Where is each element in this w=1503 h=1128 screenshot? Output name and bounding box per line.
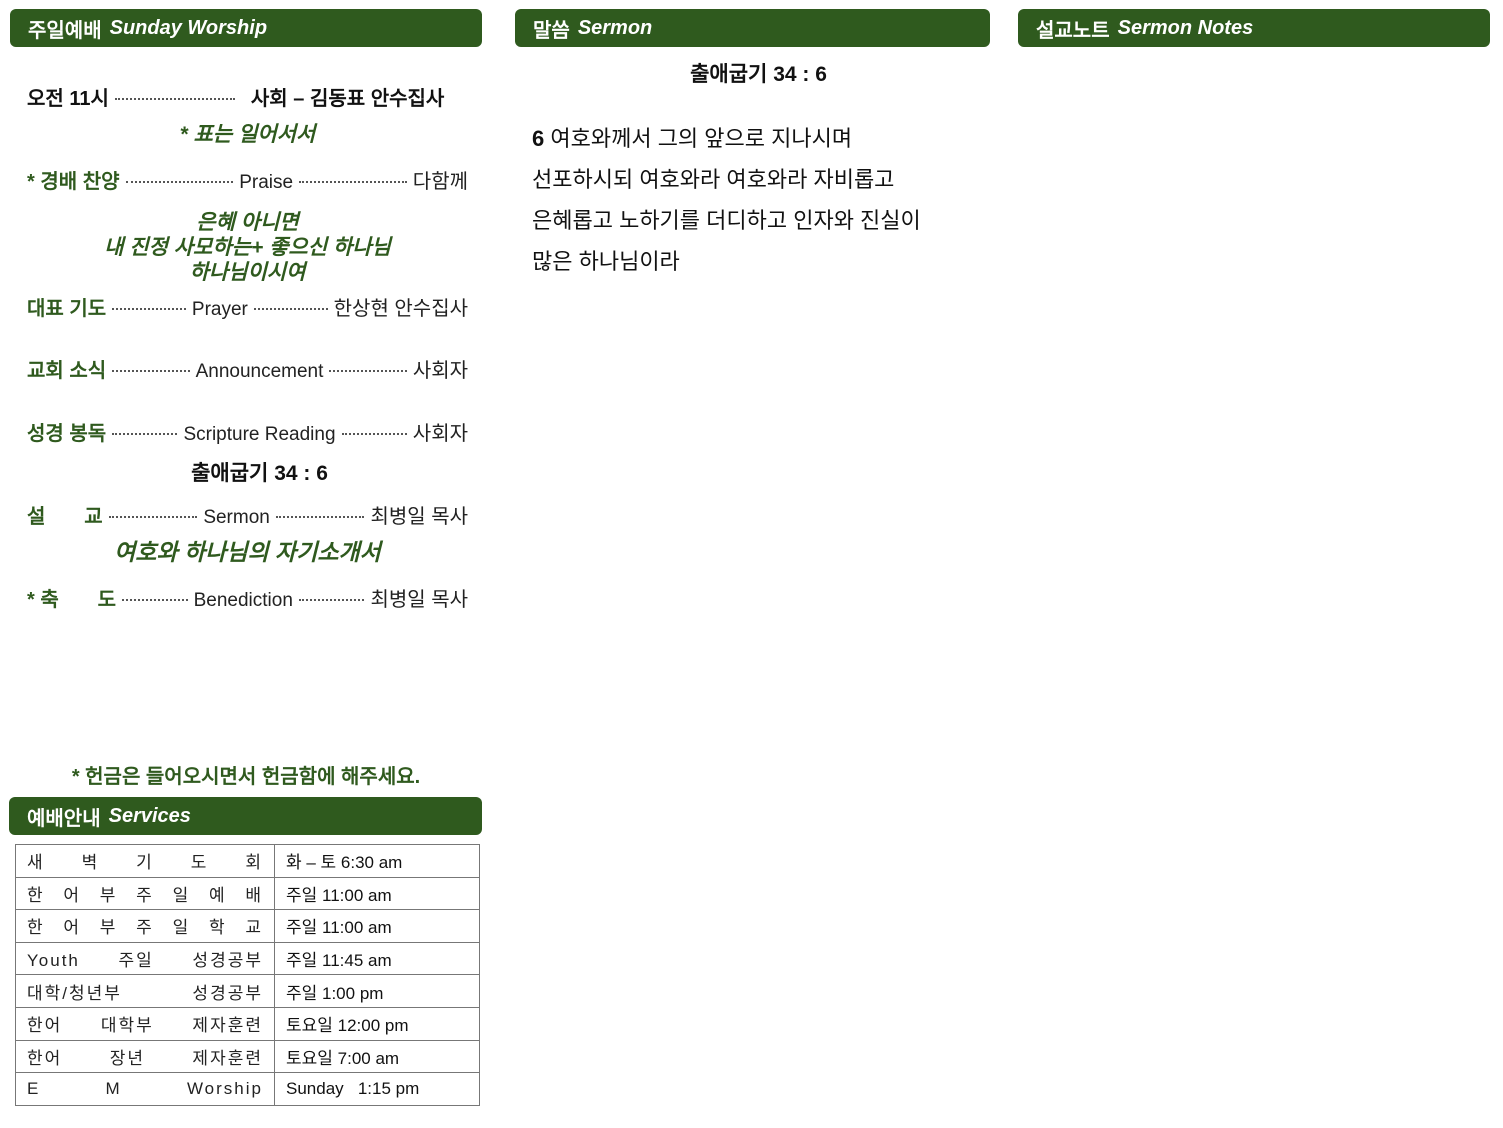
- service-name: 새 벽 기 도 회: [15, 844, 275, 878]
- dot-leader: [253, 308, 328, 310]
- dot-leader: [341, 433, 407, 435]
- verse-text: 여호와께서 그의 앞으로 지나시며: [550, 126, 853, 151]
- sermon-header-ko: 말씀: [533, 19, 570, 42]
- dot-leader: [298, 599, 365, 601]
- service-time-cell: 주일 11:00 am: [274, 876, 480, 911]
- order-item-label: * 경배 찬양: [27, 171, 120, 193]
- service-time-cell: 토요일 12:00 pm: [274, 1006, 480, 1041]
- order-item-english: Scripture Reading: [183, 424, 336, 445]
- services-header-en: Services: [108, 804, 191, 827]
- order-item-praise: * 경배 찬양 Praise 다함께: [27, 165, 468, 194]
- table-row: 새 벽 기 도 회 화 – 토 6:30 am: [15, 844, 480, 878]
- service-name: 대학/청년부 성경공부: [15, 974, 275, 1008]
- verse-line: 선포하시되 여호와라 여호와라 자비롭고: [532, 167, 895, 192]
- order-item-leader: 한상현 안수집사: [333, 298, 468, 320]
- service-time-cell: 토요일 7:00 am: [274, 1039, 480, 1074]
- verse-line: 6 여호와께서 그의 앞으로 지나시며: [532, 118, 921, 159]
- praise-song-list: 은혜 아니면 내 진정 사모하는+ 좋으신 하나님 하나님이시여: [27, 210, 468, 285]
- order-item-sermon: 설 교 Sermon 최병일 목사: [27, 500, 468, 529]
- order-item-english: Praise: [239, 172, 294, 193]
- dot-leader: [108, 516, 198, 518]
- offering-notice: * 헌금은 들어오시면서 헌금함에 해주세요.: [71, 766, 421, 788]
- scripture-passage: 6 여호와께서 그의 앞으로 지나시며 선포하시되 여호와라 여호와라 자비롭고…: [532, 118, 921, 282]
- service-time-cell: 주일 1:00 pm: [274, 974, 480, 1008]
- order-item-leader: 사회자: [412, 360, 469, 382]
- table-row: Youth 주일 성경공부 주일 11:45 am: [15, 941, 480, 976]
- service-name: Youth 주일 성경공부: [15, 941, 275, 976]
- order-item-english: Benediction: [193, 590, 293, 611]
- service-name: 한어 대학부 제자훈련: [15, 1006, 275, 1041]
- sermon-notes-header: 설교노트 Sermon Notes: [1018, 9, 1490, 47]
- order-item-prayer: 대표 기도 Prayer 한상현 안수집사: [27, 292, 468, 321]
- service-host: 사회 – 김동표 안수집사: [250, 88, 445, 110]
- sermon-header-en: Sermon: [577, 16, 653, 39]
- verse-line: 많은 하나님이라: [532, 249, 680, 274]
- service-name: 한어 장년 제자훈련: [15, 1039, 275, 1074]
- verse-number: 6: [532, 126, 545, 151]
- praise-song: 은혜 아니면: [196, 211, 299, 234]
- sermon-reference: 출애굽기 34 : 6: [690, 63, 827, 86]
- order-item-english: Announcement: [195, 361, 324, 382]
- order-item-announcement: 교회 소식 Announcement 사회자: [27, 354, 468, 383]
- service-name: 한 어 부 주 일 학 교: [15, 909, 275, 943]
- table-row: 한 어 부 주 일 학 교 주일 11:00 am: [15, 909, 480, 943]
- order-item-benediction: * 축 도 Benediction 최병일 목사: [27, 583, 468, 612]
- order-item-leader: 최병일 목사: [370, 506, 469, 528]
- dot-leader: [112, 433, 178, 435]
- verse-line: 은혜롭고 노하기를 더디하고 인자와 진실이: [532, 208, 921, 233]
- service-name: E M Worship: [15, 1072, 275, 1106]
- sunday-worship-header-en: Sunday Worship: [109, 16, 268, 39]
- dot-leader: [114, 98, 235, 100]
- order-item-label: 성경 봉독: [27, 423, 107, 445]
- order-item-label: 설 교: [27, 506, 103, 528]
- sermon-title: 여호와 하나님의 자기소개서: [114, 539, 381, 565]
- dot-leader: [125, 181, 234, 183]
- order-item-scripture: 성경 봉독 Scripture Reading 사회자: [27, 417, 468, 446]
- sermon-header: 말씀 Sermon: [515, 9, 990, 47]
- dot-leader: [299, 181, 407, 183]
- praise-song: 내 진정 사모하는+ 좋으신 하나님: [104, 236, 391, 259]
- sunday-worship-header: 주일예배 Sunday Worship: [10, 9, 482, 47]
- order-item-leader: 다함께: [412, 171, 468, 193]
- service-time-row: 오전 11시 사회 – 김동표 안수집사: [27, 82, 468, 111]
- sunday-worship-header-ko: 주일예배: [28, 19, 102, 42]
- services-header: 예배안내 Services: [9, 797, 482, 835]
- service-time-cell: Sunday 1:15 pm: [274, 1072, 480, 1106]
- table-row: E M Worship Sunday 1:15 pm: [15, 1072, 480, 1106]
- sermon-notes-header-ko: 설교노트: [1036, 19, 1110, 42]
- dot-leader: [112, 370, 190, 372]
- service-time-cell: 주일 11:00 am: [274, 909, 480, 943]
- table-row: 한어 대학부 제자훈련 토요일 12:00 pm: [15, 1006, 480, 1041]
- sermon-notes-header-en: Sermon Notes: [1117, 16, 1254, 39]
- order-item-label: 대표 기도: [27, 298, 107, 320]
- praise-song: 하나님이시여: [189, 261, 306, 284]
- stand-note: * 표는 일어서서: [179, 123, 316, 146]
- dot-leader: [275, 516, 365, 518]
- table-row: 대학/청년부 성경공부 주일 1:00 pm: [15, 974, 480, 1008]
- services-header-ko: 예배안내: [27, 807, 101, 830]
- service-time-cell: 주일 11:45 am: [274, 941, 480, 976]
- order-item-english: Prayer: [191, 299, 248, 320]
- order-item-leader: 최병일 목사: [370, 589, 468, 611]
- order-item-leader: 사회자: [412, 423, 468, 445]
- table-row: 한어 장년 제자훈련 토요일 7:00 am: [15, 1039, 480, 1074]
- scripture-reference: 출애굽기 34 : 6: [191, 462, 328, 485]
- dot-leader: [329, 370, 407, 372]
- table-row: 한 어 부 주 일 예 배 주일 11:00 am: [15, 876, 480, 911]
- dot-leader: [112, 308, 186, 310]
- order-item-label: 교회 소식: [27, 360, 107, 382]
- order-item-english: Sermon: [203, 507, 270, 528]
- order-item-label: * 축 도: [27, 589, 117, 611]
- dot-leader: [122, 599, 188, 601]
- service-time: 오전 11시: [27, 88, 109, 110]
- service-name: 한 어 부 주 일 예 배: [15, 876, 275, 911]
- services-table: 새 벽 기 도 회 화 – 토 6:30 am 한 어 부 주 일 예 배 주일…: [15, 844, 480, 1106]
- service-time-cell: 화 – 토 6:30 am: [274, 844, 480, 878]
